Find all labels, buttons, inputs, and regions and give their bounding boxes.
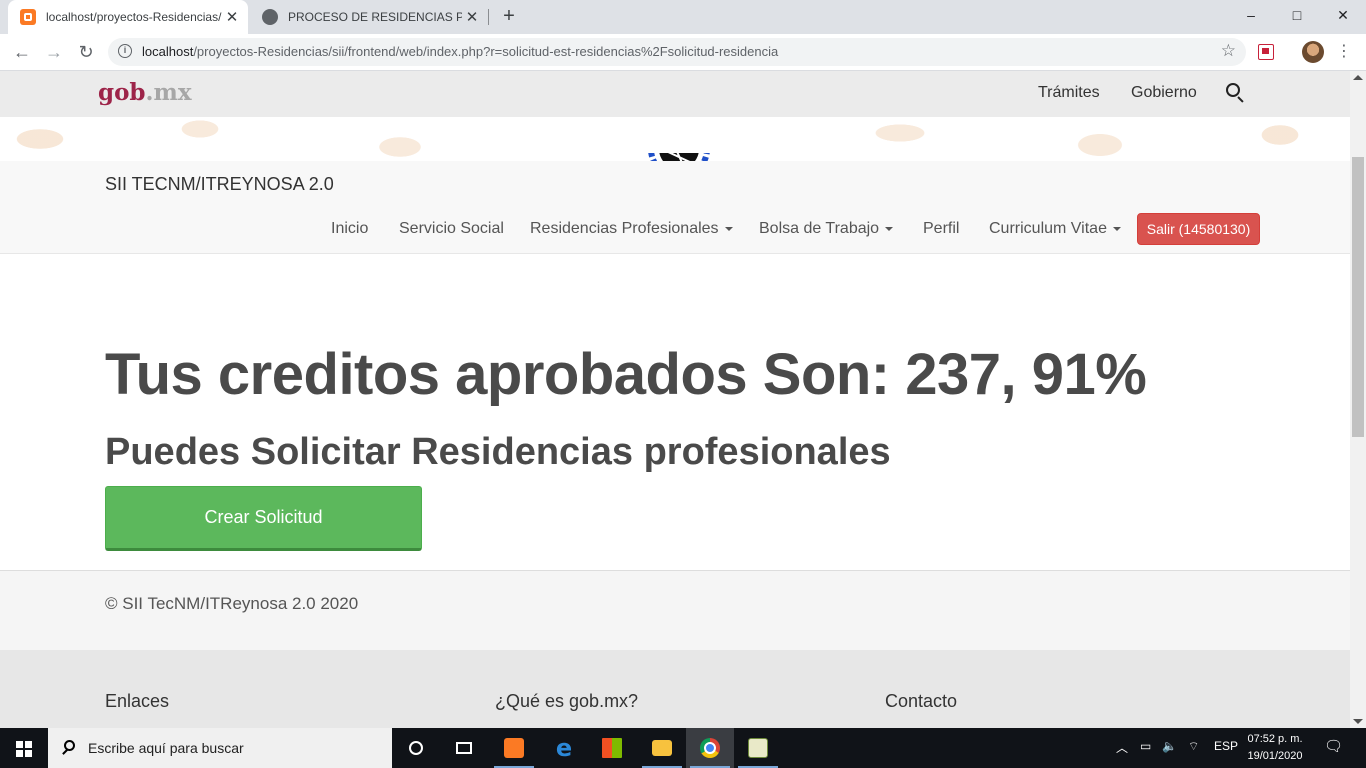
nav-label: Residencias Profesionales xyxy=(530,220,719,237)
reload-icon[interactable]: ↻ xyxy=(74,40,98,64)
nav-inicio[interactable]: Inicio xyxy=(331,220,368,238)
clock-date: 19/01/2020 xyxy=(1247,750,1303,762)
cortana-icon[interactable] xyxy=(392,728,440,768)
institution-banner xyxy=(0,117,1350,161)
gobierno-link[interactable]: Gobierno xyxy=(1131,84,1197,102)
chevron-up-icon[interactable]: ︿ xyxy=(1116,739,1128,756)
page-title: Tus creditos aprobados Son: 237, 91% xyxy=(105,342,1147,407)
gob-footer: Enlaces ¿Qué es gob.mx? Contacto xyxy=(0,650,1350,728)
language-indicator[interactable]: ESP xyxy=(1214,739,1238,753)
profile-avatar[interactable] xyxy=(1302,41,1324,63)
volume-icon[interactable]: 🔈 xyxy=(1162,739,1177,753)
info-icon[interactable]: i xyxy=(118,44,132,58)
close-tab-icon[interactable]: ✕ xyxy=(462,8,482,26)
wifi-icon[interactable]: ⌔ xyxy=(1188,739,1199,754)
back-icon[interactable]: ← xyxy=(10,40,34,64)
task-view-icon[interactable] xyxy=(440,728,488,768)
logout-button[interactable]: Salir (14580130) xyxy=(1137,213,1260,245)
scroll-up-icon[interactable] xyxy=(1353,75,1363,80)
nav-perfil[interactable]: Perfil xyxy=(923,220,959,238)
clock-time: 07:52 p. m. xyxy=(1247,733,1303,745)
nav-label: Bolsa de Trabajo xyxy=(759,220,880,237)
caret-down-icon xyxy=(724,226,733,231)
file-explorer-icon[interactable] xyxy=(638,728,686,768)
tab-title: localhost/proyectos-Residencias/ xyxy=(46,10,222,24)
tab-title: PROCESO DE RESIDENCIAS PROF xyxy=(288,10,462,24)
system-clock[interactable]: 07:52 p. m. 19/01/2020 xyxy=(1238,731,1312,765)
battery-icon[interactable]: ▭ xyxy=(1140,739,1151,753)
xampp-favicon-icon xyxy=(20,9,36,25)
maximize-button[interactable]: □ xyxy=(1274,0,1320,30)
caret-down-icon xyxy=(885,226,894,231)
taskbar-search-placeholder: Escribe aquí para buscar xyxy=(88,740,244,756)
nav-label: Curriculum Vitae xyxy=(989,220,1107,237)
nav-servicio-social[interactable]: Servicio Social xyxy=(399,220,504,238)
close-tab-icon[interactable]: ✕ xyxy=(222,8,242,26)
nav-label: Perfil xyxy=(923,220,960,237)
create-request-button[interactable]: Crear Solicitud xyxy=(105,486,422,551)
footer-heading-que-es: ¿Qué es gob.mx? xyxy=(495,691,639,711)
extension-icon[interactable] xyxy=(1258,44,1274,60)
site-brand[interactable]: SII TECNM/ITREYNOSA 2.0 xyxy=(105,174,334,195)
browser-tab-bar: localhost/proyectos-Residencias/ ✕ PROCE… xyxy=(0,0,1366,34)
tecnm-logo xyxy=(648,153,710,161)
browser-toolbar: ← → ↻ i localhost/proyectos-Residencias/… xyxy=(0,34,1366,71)
scroll-down-icon[interactable] xyxy=(1353,719,1363,724)
site-footer: © SII TecNM/ITReynosa 2.0 2020 xyxy=(0,570,1350,651)
tramites-link[interactable]: Trámites xyxy=(1038,84,1100,102)
nav-label: Inicio xyxy=(331,220,369,237)
new-tab-button[interactable]: + xyxy=(498,5,520,27)
taskbar-search-box[interactable]: Escribe aquí para buscar xyxy=(48,728,392,768)
nav-curriculum-vitae[interactable]: Curriculum Vitae xyxy=(989,220,1121,238)
logo-suffix: .mx xyxy=(145,79,192,106)
search-icon xyxy=(64,740,75,751)
address-bar[interactable]: i localhost/proyectos-Residencias/sii/fr… xyxy=(108,38,1246,66)
nav-bolsa-de-trabajo[interactable]: Bolsa de Trabajo xyxy=(759,220,894,238)
notifications-icon[interactable]: 🗨 xyxy=(1324,737,1343,755)
url-host: localhost xyxy=(142,44,194,59)
page-subtitle: Puedes Solicitar Residencias profesional… xyxy=(105,431,891,473)
gob-header: gob.mx Trámites Gobierno xyxy=(0,71,1350,117)
minimize-button[interactable]: – xyxy=(1228,0,1274,30)
store-icon[interactable] xyxy=(588,728,636,768)
logo-main: gob xyxy=(98,79,146,106)
windows-taskbar: Escribe aquí para buscar e ︿ ▭ 🔈 ⌔ ESP 0… xyxy=(0,728,1366,768)
caret-down-icon xyxy=(1112,226,1121,231)
gob-mx-logo[interactable]: gob.mx xyxy=(98,79,192,106)
close-window-button[interactable]: ✕ xyxy=(1320,0,1366,30)
browser-tab-inactive[interactable]: PROCESO DE RESIDENCIAS PROF ✕ xyxy=(250,0,488,34)
edge-icon[interactable]: e xyxy=(540,728,588,768)
nav-residencias-profesionales[interactable]: Residencias Profesionales xyxy=(530,220,733,238)
copyright-text: © SII TecNM/ITReynosa 2.0 2020 xyxy=(105,594,359,613)
nav-label: Servicio Social xyxy=(399,220,504,237)
editor-app-icon[interactable] xyxy=(734,728,782,768)
footer-heading-contacto: Contacto xyxy=(885,691,958,711)
menu-icon[interactable]: ⋮ xyxy=(1336,42,1352,62)
forward-icon[interactable]: → xyxy=(42,40,66,64)
browser-tab-active[interactable]: localhost/proyectos-Residencias/ ✕ xyxy=(8,0,248,34)
tab-separator xyxy=(488,9,489,25)
page-viewport: gob.mx Trámites Gobierno SII TECNM/ITREY… xyxy=(0,71,1350,728)
url-path: /proyectos-Residencias/sii/frontend/web/… xyxy=(193,44,779,59)
windows-start-icon[interactable] xyxy=(0,728,48,768)
chrome-icon[interactable] xyxy=(686,728,734,768)
url-text[interactable]: localhost/proyectos-Residencias/sii/fron… xyxy=(142,44,778,59)
site-navbar: SII TECNM/ITREYNOSA 2.0 Inicio Servicio … xyxy=(0,161,1350,254)
star-icon[interactable]: ☆ xyxy=(1221,41,1236,61)
scrollbar-thumb[interactable] xyxy=(1352,157,1364,437)
globe-favicon-icon xyxy=(262,9,278,25)
search-icon[interactable] xyxy=(1226,83,1240,97)
page-scrollbar[interactable] xyxy=(1350,71,1366,728)
xampp-taskbar-icon[interactable] xyxy=(490,728,538,768)
footer-heading-enlaces: Enlaces xyxy=(105,691,170,711)
